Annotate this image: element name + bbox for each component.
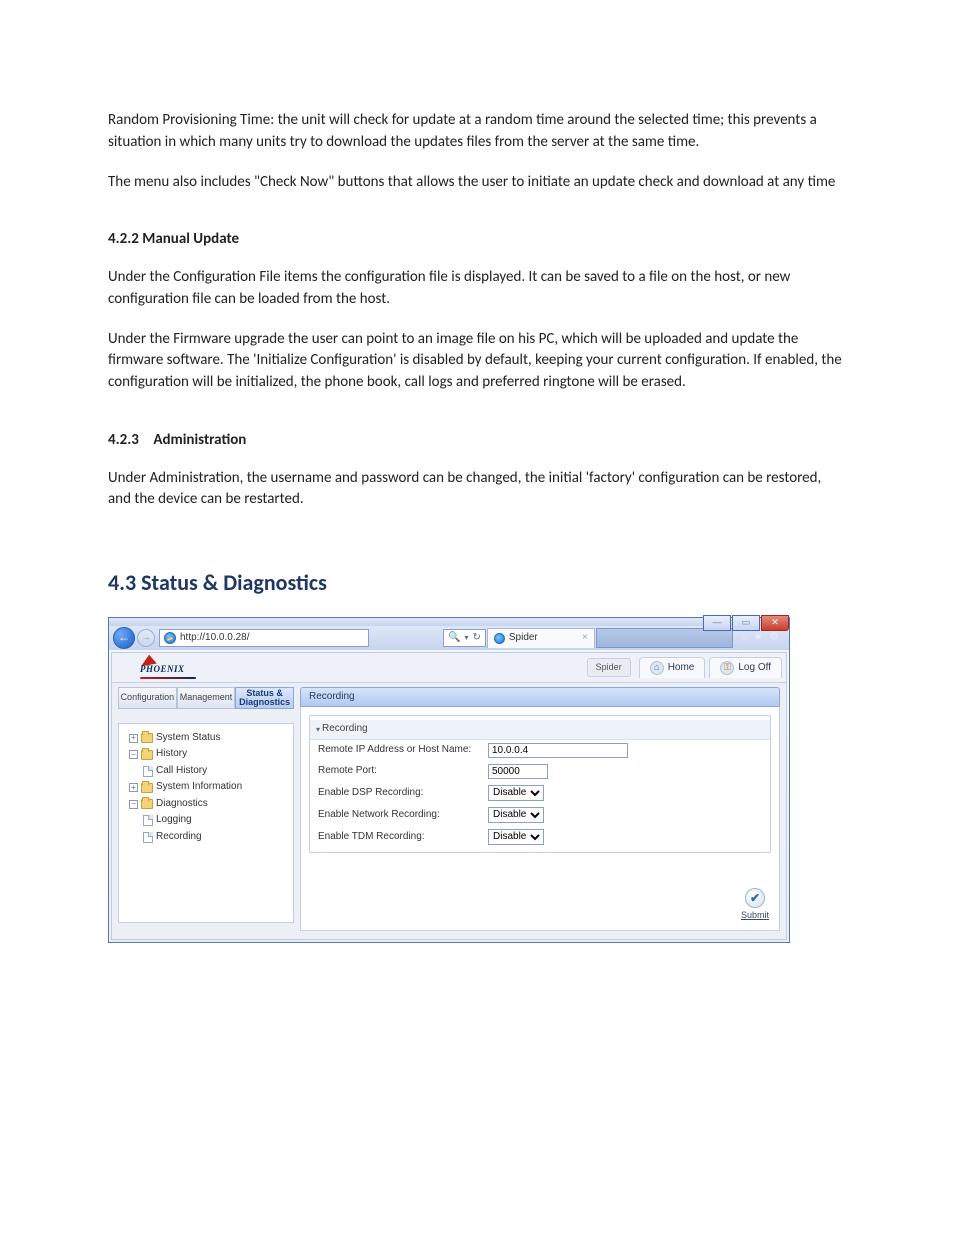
label-remote-host: Remote IP Address or Host Name: bbox=[318, 743, 488, 758]
screenshot-browser-window: — ▭ ✕ ← → http://10.0.0.28/ 🔍 ▾ ↻ Spider… bbox=[108, 617, 790, 944]
tree-label: Call History bbox=[156, 764, 207, 779]
tree-label: Recording bbox=[156, 830, 202, 845]
search-box[interactable]: 🔍 ▾ ↻ bbox=[443, 629, 486, 647]
expand-icon[interactable]: + bbox=[129, 734, 138, 743]
submit-label[interactable]: Submit bbox=[741, 910, 769, 920]
nav-back-button[interactable]: ← bbox=[113, 627, 135, 649]
home-label: Home bbox=[668, 661, 695, 676]
window-close-button[interactable]: ✕ bbox=[761, 615, 789, 631]
app-header: PHOENIX Spider ⌂ Home ⚿ Log Off bbox=[112, 653, 786, 683]
tree-node-history[interactable]: − History bbox=[123, 746, 289, 763]
tree-label: System Information bbox=[156, 780, 242, 795]
tab-status-diagnostics[interactable]: Status & Diagnostics bbox=[235, 687, 294, 709]
phoenix-logo: PHOENIX bbox=[140, 657, 220, 677]
window-maximize-button[interactable]: ▭ bbox=[732, 615, 760, 631]
collapse-arrow-icon: ▾ bbox=[316, 724, 320, 736]
tree-node-system-information[interactable]: + System Information bbox=[123, 779, 289, 796]
key-icon: ⚿ bbox=[720, 661, 734, 675]
paragraph: Random Provisioning Time: the unit will … bbox=[108, 110, 846, 154]
label-tdm: Enable TDM Recording: bbox=[318, 830, 488, 845]
left-tabs: Configuration Management Status & Diagno… bbox=[118, 687, 294, 709]
file-icon bbox=[143, 832, 153, 843]
arrow-right-icon: → bbox=[141, 631, 151, 646]
collapse-icon[interactable]: − bbox=[129, 750, 138, 759]
tree-node-diagnostics[interactable]: − Diagnostics bbox=[123, 796, 289, 813]
file-icon bbox=[143, 766, 153, 777]
chevron-down-icon: ▾ bbox=[464, 632, 468, 644]
ie-icon bbox=[494, 633, 505, 644]
folder-icon bbox=[141, 799, 153, 809]
tree-node-call-history[interactable]: Call History bbox=[123, 763, 289, 780]
tree-label: Logging bbox=[156, 813, 192, 828]
home-icon: ⌂ bbox=[650, 661, 664, 675]
logo-text: PHOENIX bbox=[140, 663, 196, 679]
tree-label: System Status bbox=[156, 731, 220, 746]
check-icon: ✔ bbox=[750, 890, 760, 907]
folder-icon bbox=[141, 783, 153, 793]
fieldset-legend[interactable]: ▾ Recording bbox=[310, 720, 770, 740]
logoff-button[interactable]: ⚿ Log Off bbox=[709, 657, 782, 679]
tab-configuration[interactable]: Configuration bbox=[118, 687, 177, 709]
search-icon: 🔍 bbox=[448, 631, 460, 646]
home-button[interactable]: ⌂ Home bbox=[639, 657, 706, 679]
input-remote-port[interactable] bbox=[488, 764, 548, 779]
recording-fieldset: ▾ Recording Remote IP Address or Host Na… bbox=[309, 715, 771, 853]
folder-icon bbox=[141, 733, 153, 743]
browser-tab[interactable]: Spider × bbox=[487, 628, 595, 648]
paragraph: The menu also includes "Check Now" butto… bbox=[108, 172, 846, 194]
browser-toolbar: ← → http://10.0.0.28/ 🔍 ▾ ↻ Spider × ⌂ ★… bbox=[109, 626, 789, 650]
submit-button[interactable]: ✔ bbox=[745, 888, 765, 908]
tree-node-system-status[interactable]: + System Status bbox=[123, 730, 289, 747]
select-network[interactable]: Disable bbox=[488, 807, 544, 823]
refresh-icon[interactable]: ↻ bbox=[472, 631, 480, 646]
address-bar[interactable]: http://10.0.0.28/ bbox=[159, 629, 369, 647]
paragraph: Under Administration, the username and p… bbox=[108, 468, 846, 512]
heading-4-2-2: 4.2.2 Manual Update bbox=[108, 229, 846, 251]
nav-forward-button[interactable]: → bbox=[137, 629, 155, 647]
legend-text: Recording bbox=[322, 722, 368, 737]
row-remote-host: Remote IP Address or Host Name: bbox=[310, 740, 770, 761]
tree-node-recording[interactable]: Recording bbox=[123, 829, 289, 846]
url-text: http://10.0.0.28/ bbox=[180, 631, 250, 646]
row-tdm: Enable TDM Recording: Disable bbox=[310, 826, 770, 848]
device-label: Spider bbox=[587, 658, 631, 677]
tab-title: Spider bbox=[509, 631, 538, 646]
main-panel: Recording ▾ Recording Remote IP Address … bbox=[300, 687, 780, 932]
heading-title: Administration bbox=[153, 431, 246, 449]
expand-icon[interactable]: + bbox=[129, 783, 138, 792]
nav-tree: + System Status − History Call History bbox=[118, 723, 294, 923]
collapse-icon[interactable]: − bbox=[129, 800, 138, 809]
window-minimize-button[interactable]: — bbox=[703, 615, 731, 631]
paragraph: Under the Firmware upgrade the user can … bbox=[108, 329, 846, 394]
heading-4-3: 4.3 Status & Diagnostics bbox=[108, 567, 846, 599]
label-network: Enable Network Recording: bbox=[318, 808, 488, 823]
heading-number: 4.2.3 bbox=[108, 430, 150, 452]
tree-label: Diagnostics bbox=[156, 797, 208, 812]
logoff-label: Log Off bbox=[738, 661, 771, 676]
paragraph: Under the Configuration File items the c… bbox=[108, 267, 846, 311]
tab-management[interactable]: Management bbox=[177, 687, 236, 709]
label-remote-port: Remote Port: bbox=[318, 764, 488, 779]
ie-icon bbox=[164, 632, 176, 644]
file-icon bbox=[143, 815, 153, 826]
close-tab-icon[interactable]: × bbox=[582, 631, 588, 646]
heading-4-2-3: 4.2.3 Administration bbox=[108, 430, 846, 452]
tree-node-logging[interactable]: Logging bbox=[123, 812, 289, 829]
tree-label: History bbox=[156, 747, 187, 762]
label-dsp: Enable DSP Recording: bbox=[318, 786, 488, 801]
select-tdm[interactable]: Disable bbox=[488, 829, 544, 845]
row-dsp: Enable DSP Recording: Disable bbox=[310, 782, 770, 804]
row-remote-port: Remote Port: bbox=[310, 761, 770, 782]
window-titlebar: — ▭ ✕ bbox=[109, 618, 789, 626]
left-pane: Configuration Management Status & Diagno… bbox=[118, 687, 294, 923]
row-network: Enable Network Recording: Disable bbox=[310, 804, 770, 826]
panel-title: Recording bbox=[300, 687, 780, 708]
folder-icon bbox=[141, 750, 153, 760]
select-dsp[interactable]: Disable bbox=[488, 785, 544, 801]
arrow-left-icon: ← bbox=[118, 629, 130, 646]
input-remote-host[interactable] bbox=[488, 743, 628, 758]
submit-area: ✔ Submit bbox=[741, 888, 769, 922]
